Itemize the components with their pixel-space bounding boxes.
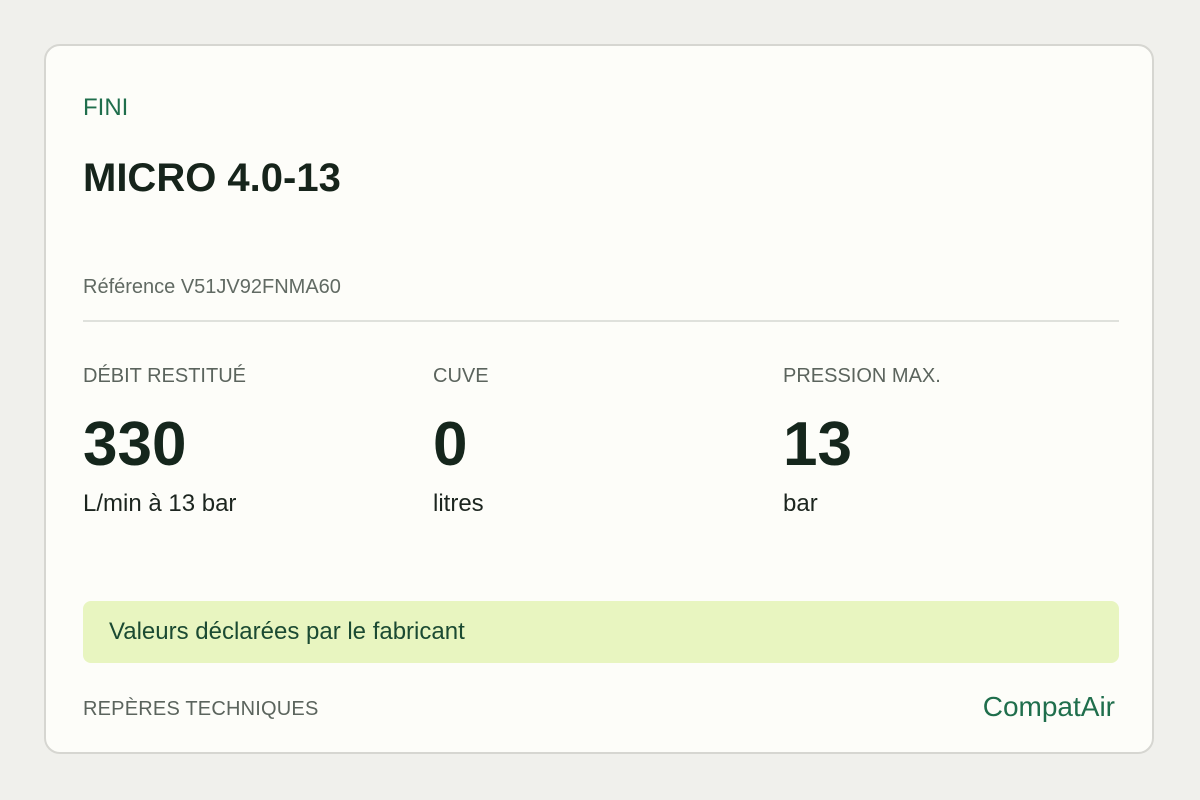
product-title: MICRO 4.0-13: [83, 156, 341, 200]
stat-value: 330: [83, 410, 187, 479]
manufacturer-notice: Valeurs déclarées par le fabricant: [83, 601, 1119, 663]
stat-label: CUVE: [433, 365, 489, 387]
stat-flow-rate: DÉBIT RESTITUÉ 330 L/min à 13 bar: [83, 364, 403, 518]
stat-label: PRESSION MAX.: [783, 365, 941, 387]
status-label: FINI: [83, 94, 129, 121]
stat-max-pressure: PRESSION MAX. 13 bar: [783, 364, 1103, 518]
stat-value: 13: [783, 410, 852, 479]
stat-unit: litres: [433, 490, 484, 517]
product-card: FINI MICRO 4.0-13 Référence V51JV92FNMA6…: [44, 44, 1154, 754]
stat-tank: CUVE 0 litres: [433, 364, 753, 518]
product-reference: Référence V51JV92FNMA60: [83, 276, 341, 298]
stat-label: DÉBIT RESTITUÉ: [83, 365, 246, 387]
divider: [83, 320, 1119, 322]
brand-name: CompatAir: [982, 691, 1115, 722]
footer-label: REPÈRES TECHNIQUES: [83, 698, 319, 720]
stat-value: 0: [433, 410, 468, 479]
stat-unit: L/min à 13 bar: [83, 490, 237, 517]
stat-unit: bar: [783, 490, 818, 517]
